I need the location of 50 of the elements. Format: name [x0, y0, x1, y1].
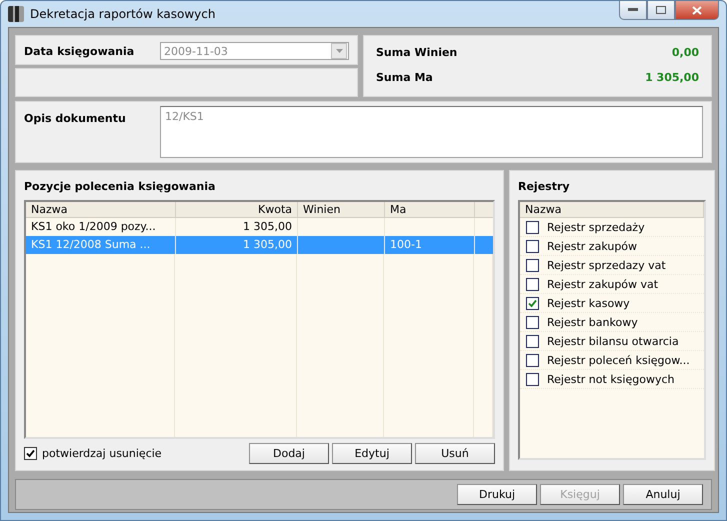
checkbox[interactable] — [24, 447, 37, 460]
checkbox[interactable] — [526, 296, 539, 310]
checkbox-label: potwierdzaj usunięcie — [42, 447, 163, 460]
action-button[interactable]: Edytuj — [332, 443, 412, 464]
section-title: Rejestry — [518, 180, 571, 193]
total-label: Suma Winien — [376, 46, 458, 59]
total-label: Suma Ma — [376, 71, 433, 84]
register-label: Rejestr sprzedaży — [547, 220, 645, 234]
table-cell: 1 305,00 — [176, 236, 298, 254]
checkbox[interactable] — [526, 316, 539, 328]
column-header[interactable]: Winien — [298, 202, 385, 217]
minimize-icon — [628, 8, 638, 12]
action-button[interactable]: Dodaj — [249, 443, 329, 464]
register-label: Rejestr bilansu otwarcia — [547, 334, 679, 348]
table-cell: 100-1 — [385, 236, 475, 254]
maximize-button[interactable] — [647, 1, 675, 20]
register-label: Rejestr zakupów vat — [547, 278, 658, 290]
close-icon — [692, 6, 702, 14]
total-value: 0,00 — [672, 46, 699, 59]
column-header[interactable]: Nazwa — [26, 202, 176, 217]
register-label: Rejestr not księgowych — [547, 372, 674, 386]
register-label: Rejestr sprzedazy vat — [547, 258, 666, 272]
close-button[interactable] — [675, 1, 719, 20]
total-value: 1 305,00 — [645, 71, 699, 84]
checkbox[interactable] — [526, 372, 539, 386]
section-title: Pozycje polecenia księgowania — [24, 180, 216, 193]
column-header[interactable]: Ma — [385, 202, 475, 217]
checkbox[interactable] — [526, 334, 539, 348]
checkbox[interactable] — [526, 240, 539, 252]
checkbox[interactable] — [526, 278, 539, 290]
action-button[interactable]: Usuń — [415, 443, 495, 464]
field-label: Data księgowania — [24, 44, 136, 58]
column-header[interactable]: Nazwa — [520, 202, 704, 217]
app-icon — [8, 6, 24, 22]
window-title: Dekretacja raportów kasowych — [30, 7, 216, 21]
register-label: Rejestr kasowy — [547, 296, 630, 310]
minimize-button[interactable] — [619, 1, 647, 20]
maximize-icon — [656, 6, 666, 14]
check-icon — [528, 298, 537, 308]
field-label: Opis dokumentu — [24, 112, 127, 127]
dialog-button[interactable]: Anuluj — [623, 484, 703, 505]
table-cell: KS1 12/2008 Suma ... — [26, 236, 176, 254]
checkbox[interactable] — [526, 258, 539, 272]
column-header[interactable]: Kwota — [176, 202, 298, 217]
checkbox[interactable] — [526, 354, 539, 366]
register-label: Rejestr poleceń księgow... — [547, 354, 690, 366]
register-label: Rejestr zakupów — [547, 240, 638, 252]
dialog-button[interactable]: Drukuj — [457, 484, 537, 505]
register-label: Rejestr bankowy — [547, 316, 638, 328]
checkbox[interactable] — [526, 220, 539, 234]
